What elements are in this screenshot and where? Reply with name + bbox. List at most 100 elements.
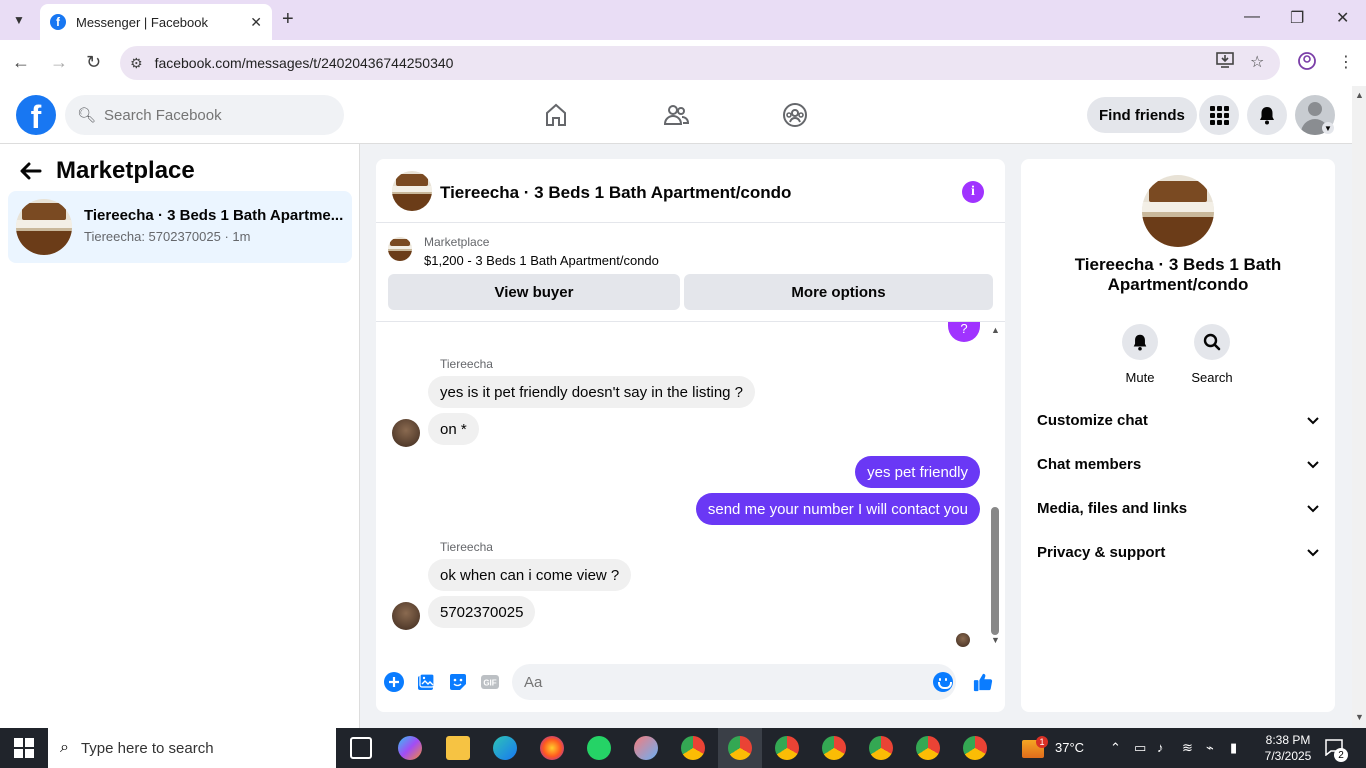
- attach-photo-icon[interactable]: [416, 672, 436, 692]
- taskbar-clock[interactable]: 8:38 PM 7/3/2025: [1258, 732, 1318, 764]
- conversation-details-panel: Tiereecha · 3 Beds 1 Bath Apartment/cond…: [1021, 159, 1335, 712]
- search-in-chat-button[interactable]: Search: [1182, 324, 1242, 385]
- new-tab-icon[interactable]: +: [282, 8, 294, 31]
- incoming-message[interactable]: ok when can i come view ?: [428, 559, 632, 591]
- site-info-icon[interactable]: ⚙: [130, 55, 143, 72]
- page-scrollbar[interactable]: ▲ ▼: [1352, 86, 1366, 728]
- section-label: Customize chat: [1037, 411, 1148, 429]
- chat-header: Tiereecha · 3 Beds 1 Bath Apartment/cond…: [376, 159, 1005, 223]
- address-bar-row: ← → ↻ ⚙ facebook.com/messages/t/24020436…: [0, 40, 1366, 86]
- whatsapp-icon[interactable]: [587, 736, 611, 760]
- chat-members-section[interactable]: Chat members: [1037, 452, 1319, 476]
- chat-thumbnail[interactable]: [392, 171, 432, 211]
- menu-grid-icon[interactable]: [1199, 95, 1239, 135]
- forward-icon[interactable]: →: [50, 52, 68, 73]
- scroll-down-icon[interactable]: ▼: [991, 635, 1000, 645]
- sender-avatar[interactable]: [392, 419, 420, 447]
- browser-tab[interactable]: f Messenger | Facebook ✕: [40, 4, 272, 40]
- chat-title[interactable]: Tiereecha · 3 Beds 1 Bath Apartment/cond…: [440, 183, 791, 203]
- battery-icon[interactable]: ▮: [1230, 740, 1237, 756]
- windows-start-icon[interactable]: [14, 738, 34, 758]
- outgoing-message[interactable]: send me your number I will contact you: [695, 493, 980, 525]
- message-input-box[interactable]: [512, 664, 956, 700]
- volume-icon[interactable]: ♪: [1157, 740, 1164, 755]
- incoming-message[interactable]: 5702370025: [428, 596, 536, 628]
- weather-temperature[interactable]: 37°C: [1055, 740, 1084, 755]
- search-input[interactable]: [104, 106, 325, 124]
- tab-close-icon[interactable]: ✕: [250, 14, 262, 31]
- bookmark-star-icon[interactable]: ☆: [1250, 52, 1264, 72]
- chrome-profile-2-icon[interactable]: [728, 736, 752, 760]
- info-icon[interactable]: i: [962, 181, 984, 203]
- facebook-search[interactable]: 🔍︎: [65, 95, 344, 135]
- show-hidden-icons-chevron-icon[interactable]: ⌃: [1110, 740, 1121, 756]
- back-arrow-icon[interactable]: [20, 160, 42, 186]
- scroll-up-icon[interactable]: ▲: [991, 325, 1000, 335]
- notifications-bell-icon[interactable]: [1247, 95, 1287, 135]
- customize-chat-section[interactable]: Customize chat: [1037, 408, 1319, 432]
- section-label: Chat members: [1037, 455, 1142, 473]
- more-options-button[interactable]: More options: [684, 274, 993, 310]
- thumbs-up-icon[interactable]: [973, 672, 993, 692]
- reload-icon[interactable]: ↻: [86, 52, 101, 73]
- outgoing-message[interactable]: yes pet friendly: [855, 456, 980, 488]
- page-scroll-down-icon[interactable]: ▼: [1355, 712, 1364, 722]
- listing-price-title[interactable]: $1,200 - 3 Beds 1 Bath Apartment/condo: [424, 253, 659, 268]
- browser-menu-icon[interactable]: ⋮: [1338, 52, 1354, 72]
- sender-avatar[interactable]: [392, 602, 420, 630]
- media-files-links-section[interactable]: Media, files and links: [1037, 496, 1319, 520]
- window-close-icon[interactable]: ✕: [1336, 8, 1349, 28]
- edge-icon[interactable]: [493, 736, 517, 760]
- copilot-icon[interactable]: [398, 736, 422, 760]
- taskbar-search-box[interactable]: ⌕ Type here to search: [48, 728, 336, 768]
- logo-letter: f: [30, 99, 42, 135]
- restore-icon[interactable]: ❐: [1290, 8, 1304, 28]
- mute-button[interactable]: Mute: [1110, 324, 1170, 385]
- facebook-logo[interactable]: f: [16, 95, 56, 135]
- incoming-message[interactable]: on *: [428, 413, 479, 445]
- groups-icon[interactable]: [779, 100, 811, 130]
- message-scrollbar[interactable]: ▲ ▼: [988, 322, 1002, 652]
- chrome-profile-1-icon[interactable]: [681, 736, 705, 760]
- friends-icon[interactable]: [660, 100, 692, 130]
- file-explorer-icon[interactable]: [446, 736, 470, 760]
- scroll-thumb[interactable]: [991, 507, 999, 635]
- network-icon[interactable]: ⌁: [1206, 740, 1214, 756]
- view-buyer-button[interactable]: View buyer: [388, 274, 680, 310]
- privacy-support-section[interactable]: Privacy & support: [1037, 540, 1319, 564]
- emoji-icon[interactable]: [933, 672, 953, 692]
- paint-app-icon[interactable]: [634, 736, 658, 760]
- gif-icon[interactable]: GIF: [480, 672, 500, 692]
- chrome-profile-3-icon[interactable]: [775, 736, 799, 760]
- find-friends-button[interactable]: Find friends: [1087, 97, 1197, 133]
- listing-mini-thumbnail[interactable]: [388, 237, 412, 261]
- incoming-message[interactable]: yes is it pet friendly doesn't say in th…: [428, 376, 756, 408]
- chrome-profile-7-icon[interactable]: [963, 736, 987, 760]
- message-input[interactable]: [524, 673, 904, 691]
- url-bar[interactable]: ⚙ facebook.com/messages/t/24020436744250…: [120, 46, 1280, 80]
- home-icon[interactable]: [540, 100, 572, 130]
- details-thumbnail[interactable]: [1142, 175, 1214, 247]
- more-actions-plus-icon[interactable]: [384, 672, 404, 692]
- conversation-item[interactable]: Tiereecha · 3 Beds 1 Bath Apartme... Tie…: [8, 191, 352, 263]
- profile-icon[interactable]: [1298, 52, 1316, 75]
- sender-name: Tiereecha: [440, 540, 493, 554]
- page-scroll-up-icon[interactable]: ▲: [1355, 90, 1364, 100]
- chrome-profile-6-icon[interactable]: [916, 736, 940, 760]
- chrome-profile-4-icon[interactable]: [822, 736, 846, 760]
- minimize-icon[interactable]: —: [1244, 8, 1260, 26]
- account-chevron-down-icon[interactable]: ▼: [1322, 122, 1334, 134]
- tab-search-chevron-icon[interactable]: ▼: [6, 8, 32, 32]
- browser-tab-bar: ▼ f Messenger | Facebook ✕ + — ❐ ✕: [0, 0, 1366, 40]
- task-view-icon[interactable]: [350, 737, 372, 759]
- chrome-profile-5-icon[interactable]: [869, 736, 893, 760]
- clock-time: 8:38 PM: [1265, 733, 1311, 747]
- sticker-icon[interactable]: [448, 672, 468, 692]
- back-icon[interactable]: ←: [12, 52, 30, 73]
- install-app-icon[interactable]: [1216, 52, 1234, 73]
- firefox-icon[interactable]: [540, 736, 564, 760]
- url-text: facebook.com/messages/t/2402043674425034…: [154, 55, 454, 71]
- tab-title: Messenger | Facebook: [76, 14, 208, 30]
- wifi-icon[interactable]: ≋: [1182, 740, 1193, 756]
- meet-now-icon[interactable]: ▭: [1134, 740, 1146, 756]
